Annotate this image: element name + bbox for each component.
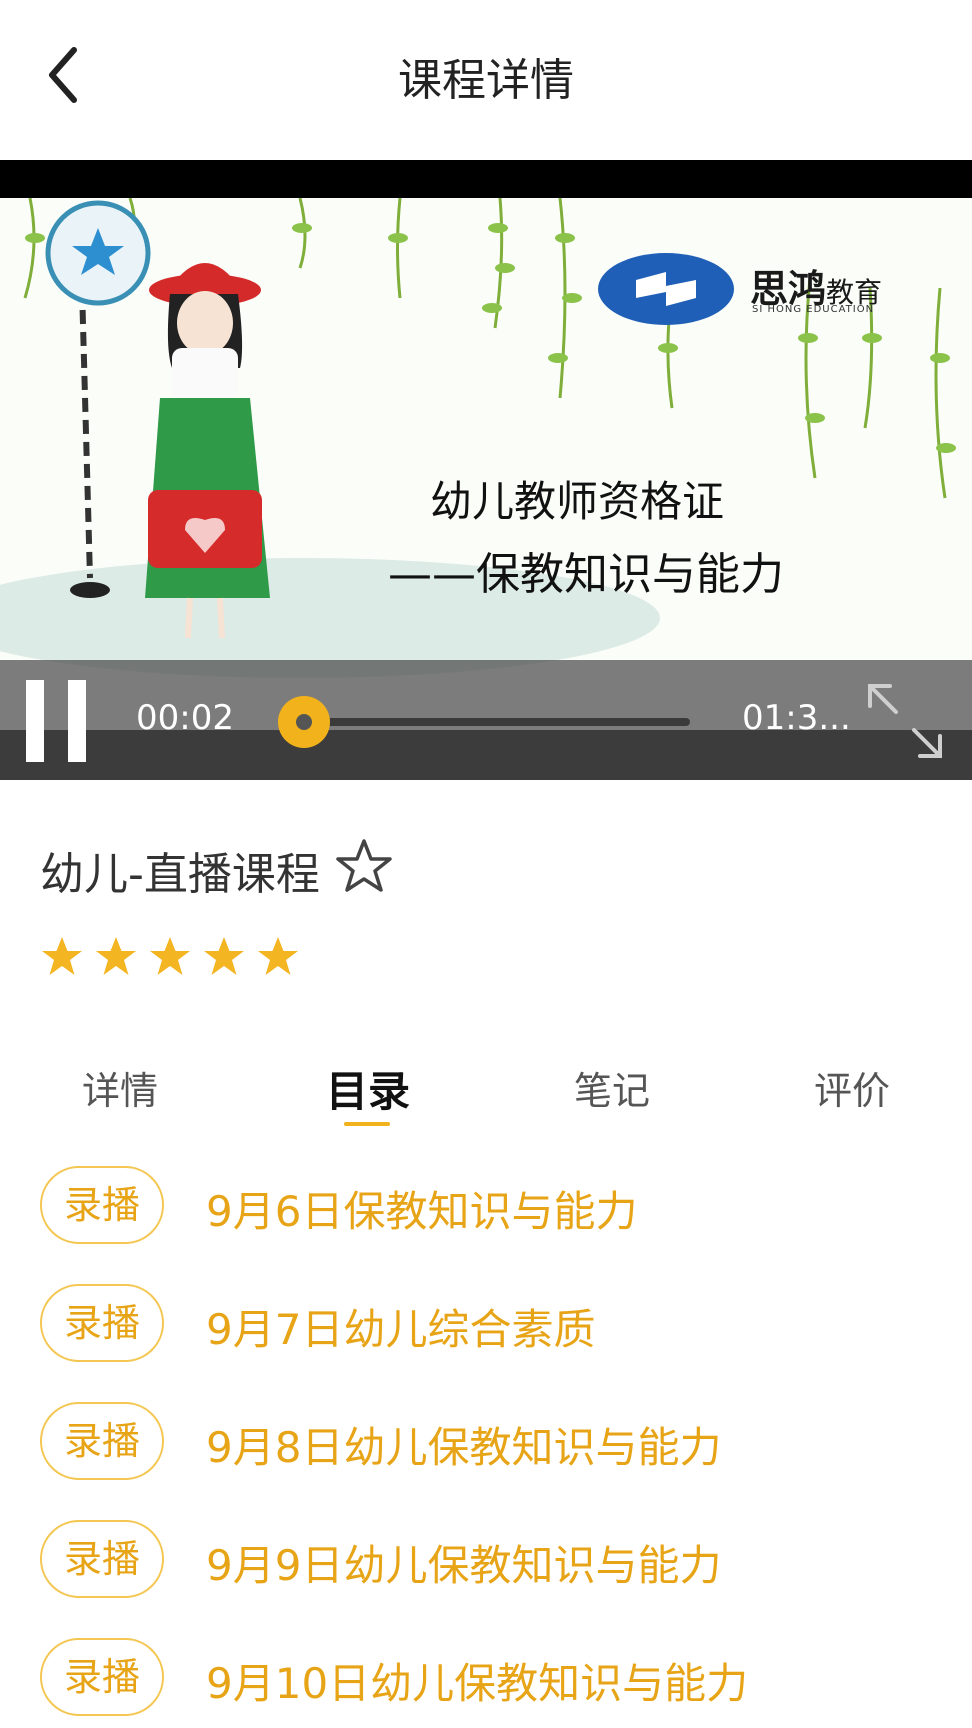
recorded-badge: 录播 [40,1402,164,1480]
lesson-item[interactable]: 录播 9月7日幼儿综合素质 [0,1284,972,1374]
lesson-title: 9月10日幼儿保教知识与能力 [206,1659,749,1708]
fullscreen-icon [868,684,942,758]
total-time: 01:3... [742,698,851,738]
lesson-item[interactable]: 录播 9月9日幼儿保教知识与能力 [0,1520,972,1610]
tab-notes[interactable]: 笔记 [574,1060,650,1115]
favorite-button[interactable] [334,836,394,896]
pause-icon [26,680,44,762]
recorded-badge: 录播 [40,1638,164,1716]
tab-reviews[interactable]: 评价 [814,1060,890,1115]
course-rating [40,935,300,981]
video-controls: 00:02 01:3... [0,660,972,780]
lesson-title: 9月6日保教知识与能力 [206,1187,638,1236]
progress-track[interactable] [300,718,690,726]
lesson-item[interactable]: 录播 9月6日保教知识与能力 [0,1166,972,1256]
recorded-badge: 录播 [40,1284,164,1362]
brand-logo [598,253,734,325]
page-title: 课程详情 [398,55,574,106]
lesson-title: 9月8日幼儿保教知识与能力 [206,1423,722,1472]
slide-subtitle: ——保教知识与能力 [388,549,784,600]
tab-catalog[interactable]: 目录 [326,1058,410,1119]
recorded-badge: 录播 [40,1166,164,1244]
top-bar: 课程详情 [0,0,972,160]
lesson-title: 9月7日幼儿综合素质 [206,1305,596,1354]
rating-star-icon [96,937,136,975]
video-player[interactable]: 思鸿教育 SI HONG EDUCATION 幼儿教师资格证 ——保教知识与能力… [0,160,972,780]
tab-details[interactable]: 详情 [82,1060,158,1115]
active-tab-indicator [344,1122,390,1126]
progress-handle[interactable] [278,696,330,748]
rating-star-icon [204,937,244,975]
course-title: 幼儿-直播课程 [40,849,320,900]
video-frame: 思鸿教育 SI HONG EDUCATION 幼儿教师资格证 ——保教知识与能力 [0,198,972,730]
rating-star-icon [42,937,82,975]
rating-star-icon [258,937,298,975]
pause-button[interactable] [26,680,86,762]
star-outline-icon [336,839,392,892]
slide-title: 幼儿教师资格证 [430,477,725,526]
brand-english-name: SI HONG EDUCATION [752,304,875,315]
lesson-item[interactable]: 录播 9月10日幼儿保教知识与能力 [0,1638,972,1728]
recorded-badge: 录播 [40,1520,164,1598]
fullscreen-button[interactable] [862,678,948,764]
tab-bar: 详情 目录 笔记 评价 [0,1060,972,1140]
lesson-title: 9月9日幼儿保教知识与能力 [206,1541,722,1590]
current-time: 00:02 [136,698,234,738]
lesson-item[interactable]: 录播 9月8日幼儿保教知识与能力 [0,1402,972,1492]
rating-star-icon [150,937,190,975]
